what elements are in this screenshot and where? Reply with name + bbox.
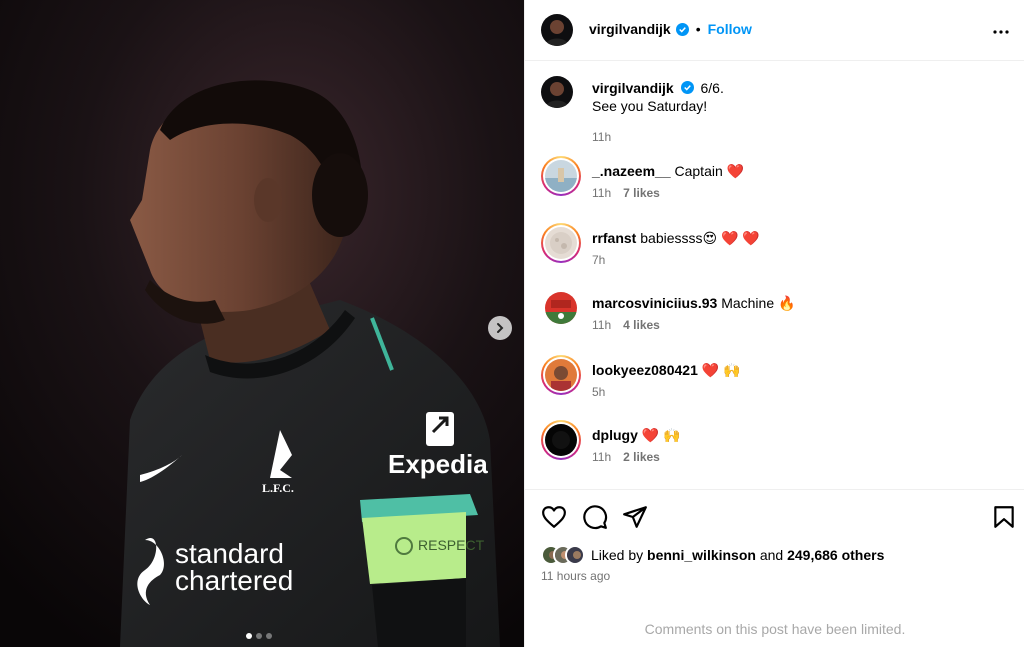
liker-avatar — [565, 545, 585, 565]
liked-by-connector: and — [759, 547, 784, 563]
comment-item: dplugy ❤️ 🙌 11h 2 likes — [541, 420, 1024, 470]
comment-icon[interactable] — [582, 504, 608, 530]
comment-time[interactable]: 11h — [592, 186, 611, 200]
caption-text-line2: See you Saturday! — [592, 98, 708, 114]
comment-time[interactable]: 11h — [592, 318, 611, 332]
author-username[interactable]: virgilvandijk — [589, 21, 671, 37]
comment-time[interactable]: 11h — [592, 450, 611, 464]
post-actions-section: Liked by benni_wilkinson and 249,686 oth… — [525, 489, 1024, 647]
carousel-dot — [246, 633, 252, 639]
comment-body: _.nazeem__ Captain ❤️ — [592, 162, 744, 180]
author-name-row: virgilvandijk • Follow — [589, 21, 752, 37]
post-timestamp[interactable]: 11 hours ago — [541, 569, 610, 583]
more-options-button[interactable] — [991, 22, 1011, 47]
comment-item: _.nazeem__ Captain ❤️ 11h 7 likes — [541, 156, 1024, 206]
story-ring[interactable] — [541, 156, 581, 196]
comment-meta: 11h 4 likes — [592, 318, 660, 332]
carousel-dot — [266, 633, 272, 639]
verified-badge-icon — [675, 22, 689, 36]
sleeve-sponsor: Expedia — [388, 449, 488, 479]
like-heart-icon[interactable] — [541, 504, 567, 530]
comment-text: babiessss😍 ❤️ ❤️ — [640, 230, 760, 246]
post-media[interactable]: L.F.C. standard chartered Expedia RESPEC… — [0, 0, 524, 647]
caption-avatar[interactable] — [541, 76, 573, 108]
comment-body: dplugy ❤️ 🙌 — [592, 426, 681, 444]
liked-by-row: Liked by benni_wilkinson and 249,686 oth… — [541, 545, 884, 565]
liked-by-text: Liked by benni_wilkinson and 249,686 oth… — [591, 547, 884, 563]
commenter-avatar — [545, 424, 577, 456]
separator-dot: • — [695, 21, 701, 37]
liked-by-prefix: Liked by — [591, 547, 644, 563]
author-avatar[interactable] — [541, 14, 573, 46]
next-slide-button[interactable] — [488, 316, 512, 340]
post-header: virgilvandijk • Follow — [525, 0, 1024, 61]
commenter-avatar — [545, 227, 577, 259]
comment-likes[interactable]: 2 likes — [623, 450, 660, 464]
comment-text: ❤️ 🙌 — [701, 362, 741, 378]
carousel-dot — [256, 633, 262, 639]
comment-item: lookyeez080421 ❤️ 🙌 5h — [541, 355, 1024, 405]
comment-username[interactable]: marcosviniciius.93 — [592, 295, 717, 311]
comment-meta: 5h — [592, 385, 605, 399]
comment-meta: 7h — [592, 253, 605, 267]
comment-item: rrfanst babiessss😍 ❤️ ❤️ 7h — [541, 223, 1024, 273]
caption-time[interactable]: 11h — [592, 128, 1002, 146]
liked-by-others[interactable]: 249,686 others — [787, 547, 884, 563]
comment-username[interactable]: lookyeez080421 — [592, 362, 698, 378]
comment-likes[interactable]: 4 likes — [623, 318, 660, 332]
carousel-indicator — [246, 633, 272, 639]
story-ring[interactable] — [541, 355, 581, 395]
post-side-panel: virgilvandijk • Follow virgilvandijk 6/6… — [524, 0, 1024, 647]
comment-likes[interactable]: 7 likes — [623, 186, 660, 200]
comment-time[interactable]: 5h — [592, 385, 605, 399]
commenter-avatar[interactable] — [545, 292, 577, 324]
liked-by-user[interactable]: benni_wilkinson — [647, 547, 756, 563]
comment-username[interactable]: rrfanst — [592, 230, 636, 246]
commenter-avatar — [545, 160, 577, 192]
crest-text: L.F.C. — [262, 481, 294, 495]
caption-body: virgilvandijk 6/6. See you Saturday! 11h — [592, 79, 1002, 146]
story-ring[interactable] — [541, 223, 581, 263]
comment-username[interactable]: _.nazeem__ — [592, 163, 671, 179]
comment-time[interactable]: 7h — [592, 253, 605, 267]
comment-text: Captain ❤️ — [674, 163, 745, 179]
chevron-right-icon — [497, 323, 504, 333]
caption-text-line1: 6/6. — [700, 80, 724, 96]
story-ring[interactable] — [541, 420, 581, 460]
comments-limited-notice: Comments on this post have been limited. — [644, 621, 906, 637]
follow-button[interactable]: Follow — [708, 21, 752, 37]
verified-badge-icon — [680, 81, 694, 94]
share-icon[interactable] — [622, 504, 648, 530]
comment-item: marcosviniciius.93 Machine 🔥 11h 4 likes — [541, 288, 1024, 338]
armband-text: RESPECT — [418, 537, 485, 553]
comment-body: marcosviniciius.93 Machine 🔥 — [592, 294, 795, 312]
comment-body: rrfanst babiessss😍 ❤️ ❤️ — [592, 229, 760, 247]
more-options-icon — [993, 30, 1009, 34]
post-photo: L.F.C. standard chartered Expedia RESPEC… — [0, 0, 524, 647]
comment-body: lookyeez080421 ❤️ 🙌 — [592, 361, 741, 379]
comment-text: ❤️ 🙌 — [641, 427, 681, 443]
caption-username[interactable]: virgilvandijk — [592, 80, 674, 96]
comment-meta: 11h 7 likes — [592, 186, 660, 200]
commenter-avatar — [545, 359, 577, 391]
comment-text: Machine 🔥 — [721, 295, 796, 311]
sponsor-line2: chartered — [175, 565, 293, 596]
comment-meta: 11h 2 likes — [592, 450, 660, 464]
bookmark-icon[interactable] — [991, 504, 1017, 530]
post-modal: L.F.C. standard chartered Expedia RESPEC… — [0, 0, 1024, 647]
comment-username[interactable]: dplugy — [592, 427, 638, 443]
